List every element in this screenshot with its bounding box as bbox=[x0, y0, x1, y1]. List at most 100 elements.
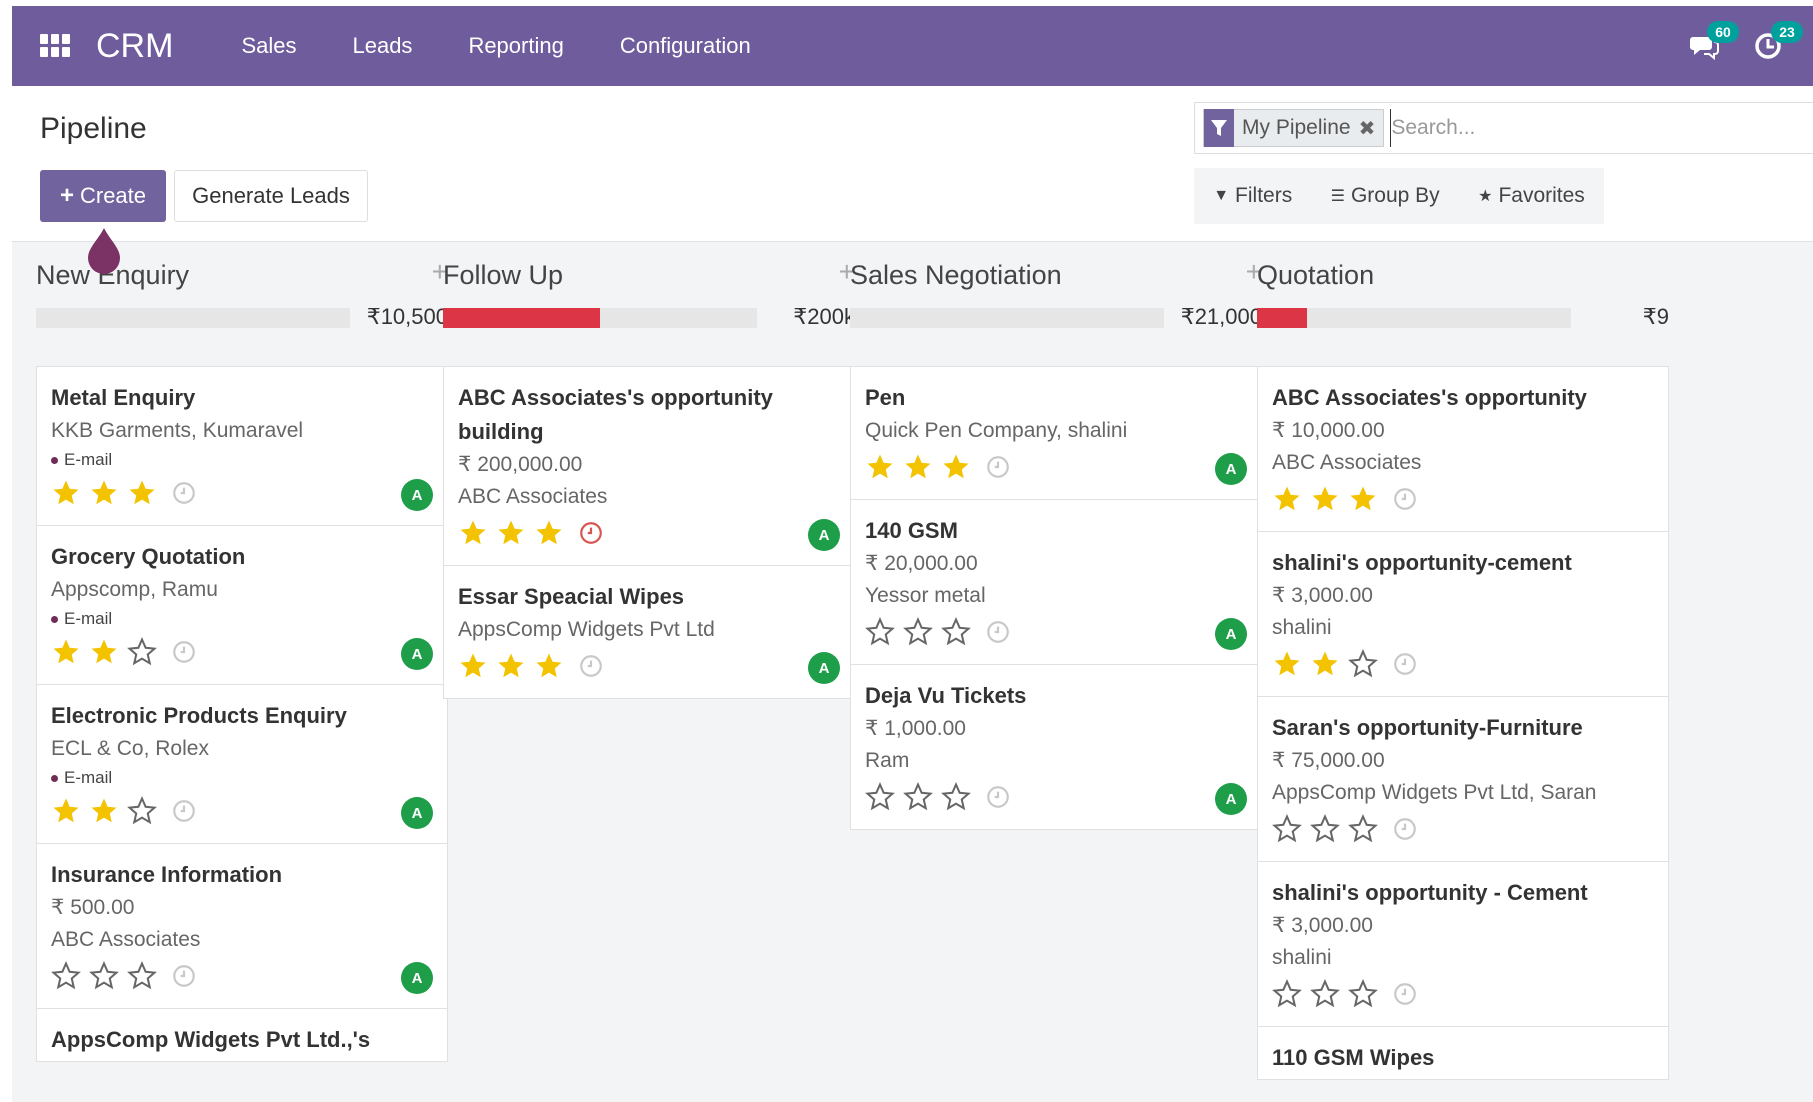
star-filled-icon[interactable] bbox=[89, 796, 119, 826]
column-title[interactable]: Sales Negotiation bbox=[850, 260, 1062, 291]
star-filled-icon[interactable] bbox=[1310, 484, 1340, 514]
opportunity-card[interactable]: Metal Enquiry KKB Garments, Kumaravel E-ma… bbox=[36, 366, 448, 525]
star-empty-icon[interactable] bbox=[127, 961, 157, 991]
column-progress-bar[interactable] bbox=[850, 308, 1164, 328]
generate-leads-button[interactable]: Generate Leads bbox=[174, 170, 368, 222]
opportunity-card[interactable]: shalini's opportunity-cement ₹ 3,000.00 sh… bbox=[1257, 531, 1669, 696]
column-progress-bar[interactable] bbox=[36, 308, 350, 328]
opportunity-card[interactable]: Insurance Information ₹ 500.00 ABC Associa… bbox=[36, 843, 448, 1008]
star-empty-icon[interactable] bbox=[865, 617, 895, 647]
activity-clock-icon[interactable] bbox=[985, 784, 1011, 810]
apps-menu-icon[interactable] bbox=[40, 34, 70, 58]
assignee-avatar[interactable]: A bbox=[401, 797, 433, 829]
activity-clock-icon[interactable]: 23 bbox=[1753, 21, 1803, 61]
assignee-avatar[interactable]: A bbox=[401, 962, 433, 994]
menu-leads[interactable]: Leads bbox=[352, 33, 412, 59]
opportunity-card[interactable]: 140 GSM ₹ 20,000.00 Yessor metal A bbox=[850, 499, 1262, 664]
star-filled-icon[interactable] bbox=[496, 518, 526, 548]
opportunity-card[interactable]: AppsComp Widgets Pvt Ltd.,'s bbox=[36, 1008, 448, 1062]
star-empty-icon[interactable] bbox=[127, 637, 157, 667]
star-filled-icon[interactable] bbox=[534, 651, 564, 681]
star-filled-icon[interactable] bbox=[1310, 649, 1340, 679]
star-filled-icon[interactable] bbox=[458, 651, 488, 681]
star-empty-icon[interactable] bbox=[1348, 649, 1378, 679]
activity-overdue-icon[interactable] bbox=[578, 520, 604, 546]
remove-facet-icon[interactable]: ✖ bbox=[1359, 116, 1384, 141]
app-name[interactable]: CRM bbox=[96, 27, 173, 66]
column-title[interactable]: Follow Up bbox=[443, 260, 563, 291]
star-empty-icon[interactable] bbox=[941, 617, 971, 647]
opportunity-card[interactable]: Electronic Products Enquiry ECL & Co, Rol… bbox=[36, 684, 448, 843]
activity-clock-icon[interactable] bbox=[578, 653, 604, 679]
star-filled-icon[interactable] bbox=[1348, 484, 1378, 514]
star-filled-icon[interactable] bbox=[127, 478, 157, 508]
messaging-icon[interactable]: 60 bbox=[1689, 21, 1739, 61]
activity-clock-icon[interactable] bbox=[985, 454, 1011, 480]
create-button[interactable]: + Create bbox=[40, 170, 166, 222]
column-progress-bar[interactable] bbox=[1257, 308, 1571, 328]
star-filled-icon[interactable] bbox=[1272, 649, 1302, 679]
star-empty-icon[interactable] bbox=[1272, 979, 1302, 1009]
menu-sales[interactable]: Sales bbox=[241, 33, 296, 59]
star-filled-icon[interactable] bbox=[458, 518, 488, 548]
star-empty-icon[interactable] bbox=[89, 961, 119, 991]
star-empty-icon[interactable] bbox=[127, 796, 157, 826]
activity-clock-icon[interactable] bbox=[1392, 816, 1418, 842]
opportunity-card[interactable]: Grocery Quotation Appscomp, Ramu E-mail A bbox=[36, 525, 448, 684]
star-empty-icon[interactable] bbox=[1348, 979, 1378, 1009]
star-filled-icon[interactable] bbox=[903, 452, 933, 482]
star-empty-icon[interactable] bbox=[1310, 979, 1340, 1009]
opportunity-card[interactable]: Deja Vu Tickets ₹ 1,000.00 Ram A bbox=[850, 664, 1262, 830]
star-filled-icon[interactable] bbox=[89, 637, 119, 667]
assignee-avatar[interactable]: A bbox=[1215, 453, 1247, 485]
star-empty-icon[interactable] bbox=[1310, 814, 1340, 844]
star-filled-icon[interactable] bbox=[51, 637, 81, 667]
star-empty-icon[interactable] bbox=[1272, 814, 1302, 844]
opportunity-card[interactable]: ABC Associates's opportunity building ₹ 2… bbox=[443, 366, 855, 565]
group-by-dropdown[interactable]: ☰ Group By bbox=[1331, 184, 1440, 208]
opportunity-card[interactable]: shalini's opportunity - Cement ₹ 3,000.00… bbox=[1257, 861, 1669, 1026]
activity-clock-icon[interactable] bbox=[171, 639, 197, 665]
assignee-avatar[interactable]: A bbox=[808, 652, 840, 684]
card-title: Electronic Products Enquiry bbox=[51, 703, 347, 728]
column-title[interactable]: Quotation bbox=[1257, 260, 1374, 291]
menu-configuration[interactable]: Configuration bbox=[620, 33, 751, 59]
star-empty-icon[interactable] bbox=[865, 782, 895, 812]
control-panel: Pipeline + Create Generate Leads My Pipe… bbox=[12, 86, 1813, 242]
star-filled-icon[interactable] bbox=[865, 452, 895, 482]
star-empty-icon[interactable] bbox=[903, 782, 933, 812]
star-empty-icon[interactable] bbox=[941, 782, 971, 812]
star-filled-icon[interactable] bbox=[496, 651, 526, 681]
menu-reporting[interactable]: Reporting bbox=[468, 33, 563, 59]
activity-clock-icon[interactable] bbox=[1392, 486, 1418, 512]
star-filled-icon[interactable] bbox=[941, 452, 971, 482]
opportunity-card[interactable]: Essar Speacial Wipes AppsComp Widgets Pvt… bbox=[443, 565, 855, 699]
activity-clock-icon[interactable] bbox=[171, 963, 197, 989]
activity-clock-icon[interactable] bbox=[1392, 651, 1418, 677]
assignee-avatar[interactable]: A bbox=[808, 519, 840, 551]
opportunity-card[interactable]: Saran's opportunity-Furniture ₹ 75,000.00… bbox=[1257, 696, 1669, 861]
star-empty-icon[interactable] bbox=[1348, 814, 1378, 844]
assignee-avatar[interactable]: A bbox=[1215, 783, 1247, 815]
activity-clock-icon[interactable] bbox=[985, 619, 1011, 645]
opportunity-card[interactable]: 110 GSM Wipes bbox=[1257, 1026, 1669, 1080]
opportunity-card[interactable]: ABC Associates's opportunity ₹ 10,000.00 A… bbox=[1257, 366, 1669, 531]
star-filled-icon[interactable] bbox=[51, 796, 81, 826]
assignee-avatar[interactable]: A bbox=[1215, 618, 1247, 650]
activity-clock-icon[interactable] bbox=[1392, 981, 1418, 1007]
star-filled-icon[interactable] bbox=[51, 478, 81, 508]
assignee-avatar[interactable]: A bbox=[401, 638, 433, 670]
star-empty-icon[interactable] bbox=[51, 961, 81, 991]
star-empty-icon[interactable] bbox=[903, 617, 933, 647]
assignee-avatar[interactable]: A bbox=[401, 479, 433, 511]
star-filled-icon[interactable] bbox=[1272, 484, 1302, 514]
activity-clock-icon[interactable] bbox=[171, 798, 197, 824]
favorites-dropdown[interactable]: ★ Favorites bbox=[1478, 184, 1585, 208]
column-progress-bar[interactable] bbox=[443, 308, 757, 328]
filters-dropdown[interactable]: ▼ Filters bbox=[1213, 184, 1292, 208]
star-filled-icon[interactable] bbox=[89, 478, 119, 508]
star-filled-icon[interactable] bbox=[534, 518, 564, 548]
activity-clock-icon[interactable] bbox=[171, 480, 197, 506]
search-input[interactable] bbox=[1390, 109, 1771, 147]
opportunity-card[interactable]: Pen Quick Pen Company, shalini A bbox=[850, 366, 1262, 499]
